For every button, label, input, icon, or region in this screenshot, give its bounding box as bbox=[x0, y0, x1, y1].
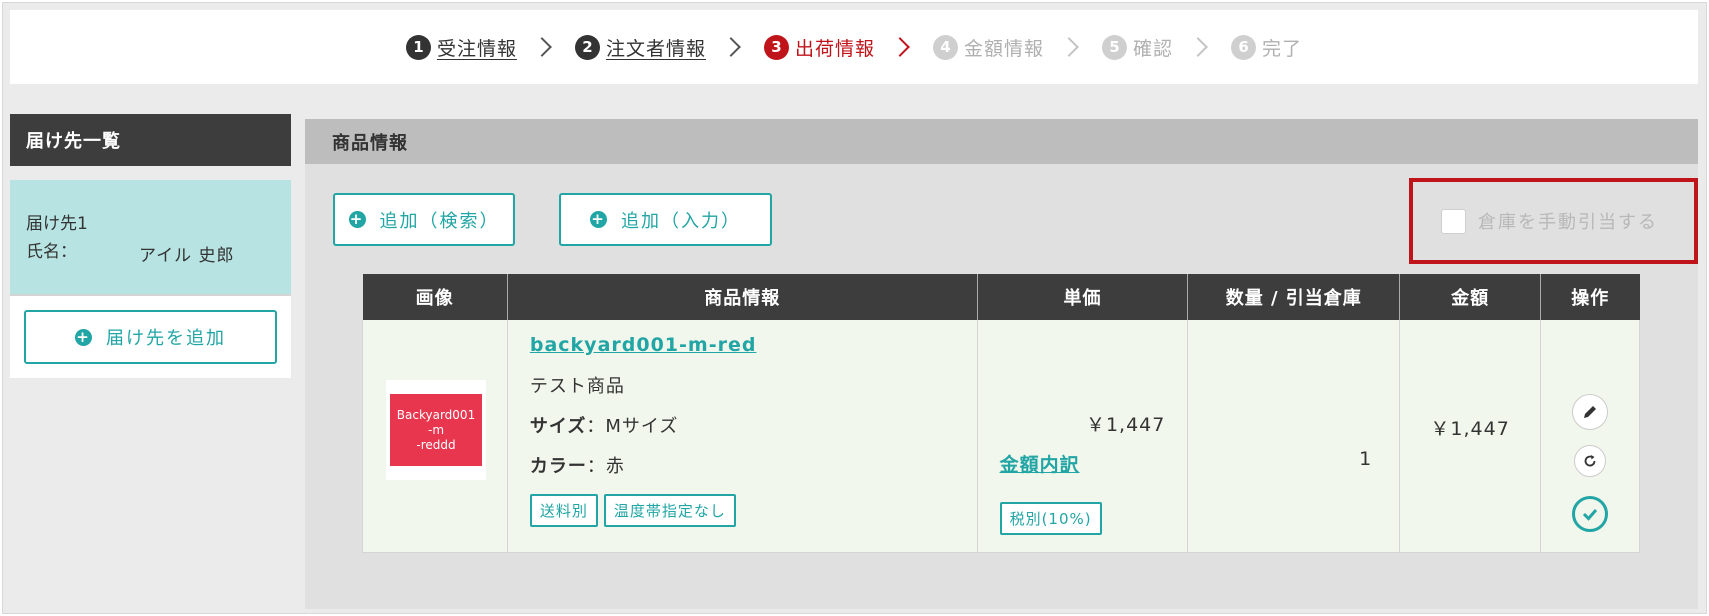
chevron-right-icon bbox=[890, 37, 910, 57]
step-customer-info[interactable]: 2 注文者情報 bbox=[574, 34, 706, 61]
product-color: カラー：赤 bbox=[529, 456, 625, 477]
manual-allocation-checkbox[interactable] bbox=[1441, 208, 1466, 234]
col-header-amount: 金額 bbox=[1399, 274, 1541, 320]
add-destination-wrap: + 届け先を追加 bbox=[10, 296, 291, 378]
step-confirm: 5 確認 bbox=[1102, 34, 1173, 61]
tax-tag: 税別(10%) bbox=[999, 502, 1102, 535]
step-order-info[interactable]: 1 受注情報 bbox=[405, 34, 517, 61]
quantity: 1 bbox=[1359, 448, 1372, 470]
step-progress: 1 受注情報 2 注文者情報 3 出荷情報 4 金額情報 5 確認 6 完了 bbox=[10, 10, 1698, 84]
table-header-row: 画像 商品情報 単価 数量 / 引当倉庫 金額 操作 bbox=[362, 274, 1640, 320]
actions-cell bbox=[1540, 320, 1640, 553]
product-info-panel: 商品情報 + 追加（検索） + 追加（入力） 倉庫を手動引当する 画像 商品情報… bbox=[305, 119, 1698, 609]
destination-label: 届け先1 bbox=[26, 214, 88, 234]
shipping-tag: 送料別 bbox=[529, 494, 598, 527]
chevron-right-icon bbox=[721, 37, 741, 57]
pencil-icon bbox=[1584, 406, 1597, 418]
manual-allocation-highlight: 倉庫を手動引当する bbox=[1409, 178, 1698, 264]
step-amount-info: 4 金額情報 bbox=[933, 34, 1044, 61]
product-info-cell: backyard001-m-red テスト商品 サイズ：Mサイズ カラー：赤 送… bbox=[506, 320, 978, 553]
unit-price: ￥1,447 bbox=[1085, 414, 1166, 436]
step-complete: 6 完了 bbox=[1231, 34, 1302, 61]
plus-circle-icon: + bbox=[590, 210, 607, 228]
reload-button[interactable] bbox=[1574, 445, 1607, 477]
col-header-product: 商品情報 bbox=[506, 274, 978, 320]
add-input-button[interactable]: + 追加（入力） bbox=[559, 193, 772, 246]
amount-cell: ￥1,447 bbox=[1399, 320, 1541, 553]
chevron-right-icon bbox=[532, 37, 552, 57]
destination-sidebar: 届け先一覧 届け先1 氏名： アイル 史郎 + 届け先を追加 bbox=[10, 114, 291, 378]
edit-button[interactable] bbox=[1572, 394, 1609, 430]
col-header-unit-price: 単価 bbox=[976, 274, 1188, 320]
confirm-button[interactable] bbox=[1572, 496, 1609, 532]
col-header-qty-warehouse: 数量 / 引当倉庫 bbox=[1187, 274, 1400, 320]
panel-title: 商品情報 bbox=[305, 119, 1698, 164]
chevron-right-icon bbox=[1059, 37, 1079, 57]
table-row: Backyard001 -m -reddd backyard001-m-red … bbox=[362, 320, 1640, 553]
plus-circle-icon: + bbox=[348, 210, 366, 228]
add-search-button[interactable]: + 追加（検索） bbox=[333, 193, 515, 246]
product-name: テスト商品 bbox=[529, 376, 625, 397]
destination-item-1[interactable]: 届け先1 氏名： アイル 史郎 bbox=[10, 180, 291, 296]
chevron-right-icon bbox=[1188, 37, 1208, 57]
product-size: サイズ：Mサイズ bbox=[529, 416, 679, 437]
step-shipping-info: 3 出荷情報 bbox=[763, 34, 875, 61]
refresh-icon bbox=[1584, 455, 1596, 467]
amount: ￥1,447 bbox=[1430, 418, 1510, 440]
image-cell: Backyard001 -m -reddd bbox=[362, 320, 508, 553]
col-header-actions: 操作 bbox=[1540, 274, 1640, 320]
product-image: Backyard001 -m -reddd bbox=[386, 380, 486, 480]
add-destination-button[interactable]: + 届け先を追加 bbox=[24, 310, 277, 364]
unit-price-cell: ￥1,447 金額内訳 税別(10%) bbox=[976, 320, 1188, 553]
manual-allocation-label: 倉庫を手動引当する bbox=[1478, 212, 1658, 233]
product-code-link[interactable]: backyard001-m-red bbox=[530, 334, 977, 362]
sidebar-title: 届け先一覧 bbox=[10, 114, 291, 166]
product-table: 画像 商品情報 単価 数量 / 引当倉庫 金額 操作 Backyard001 -… bbox=[362, 274, 1640, 553]
temperature-tag: 温度帯指定なし bbox=[603, 494, 736, 527]
name-value: アイル 史郎 bbox=[139, 246, 235, 266]
name-label: 氏名： bbox=[26, 242, 77, 262]
check-icon bbox=[1582, 509, 1598, 521]
price-breakdown-link[interactable]: 金額内訳 bbox=[1000, 450, 1080, 477]
plus-circle-icon: + bbox=[75, 327, 92, 346]
col-header-image: 画像 bbox=[362, 274, 508, 320]
qty-cell: 1 bbox=[1187, 320, 1400, 553]
